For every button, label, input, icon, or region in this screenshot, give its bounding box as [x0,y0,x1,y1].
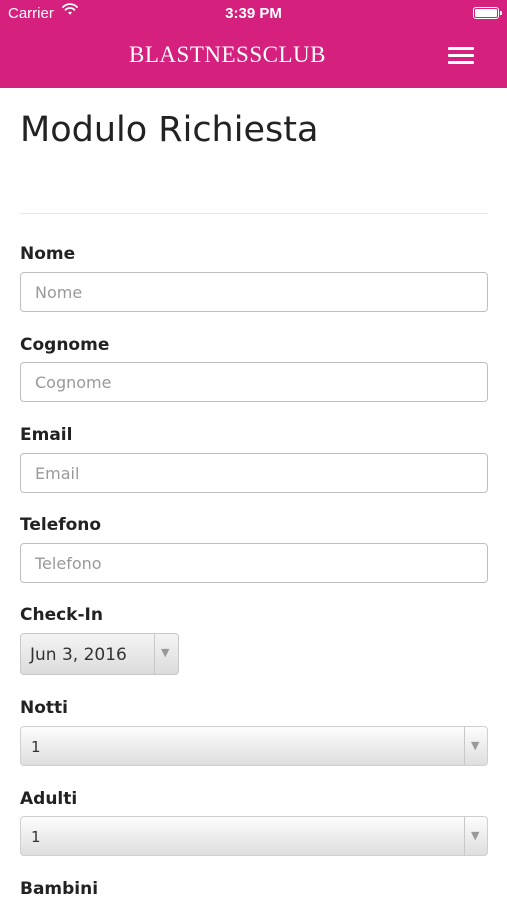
hamburger-menu-icon[interactable] [446,45,476,67]
battery-icon [473,7,502,19]
app-header: Carrier 3:39 PM BLASTNESSCLUB [0,0,507,88]
nome-label: Nome [20,244,76,264]
nome-input[interactable] [20,272,488,312]
adulti-value: 1 [31,828,41,846]
adulti-label: Adulti [20,789,78,809]
divider [20,213,488,214]
notti-select[interactable]: 1 ▼ [20,726,488,766]
brand-logo: BLASTNESSCLUB [129,42,326,67]
select-separator [464,727,465,765]
cognome-label: Cognome [20,335,110,355]
email-label: Email [20,425,73,445]
chevron-down-icon: ▼ [471,829,480,842]
adulti-select[interactable]: 1 ▼ [20,816,488,856]
bambini-label: Bambini [20,879,99,899]
telefono-label: Telefono [20,515,102,535]
email-input[interactable] [20,453,488,493]
notti-label: Notti [20,698,68,718]
notti-value: 1 [31,738,41,756]
telefono-input[interactable] [20,543,488,583]
page-title: Modulo Richiesta [20,110,319,150]
chevron-down-icon: ▼ [161,646,170,659]
status-time: 3:39 PM [225,5,282,22]
chevron-down-icon: ▼ [471,739,480,752]
checkin-value: Jun 3, 2016 [30,645,127,665]
checkin-label: Check-In [20,605,103,625]
cognome-input[interactable] [20,362,488,402]
select-separator [464,817,465,855]
checkin-date-select[interactable]: Jun 3, 2016 ▼ [20,633,179,675]
status-bar: Carrier 3:39 PM [0,0,507,28]
select-separator [154,634,155,674]
